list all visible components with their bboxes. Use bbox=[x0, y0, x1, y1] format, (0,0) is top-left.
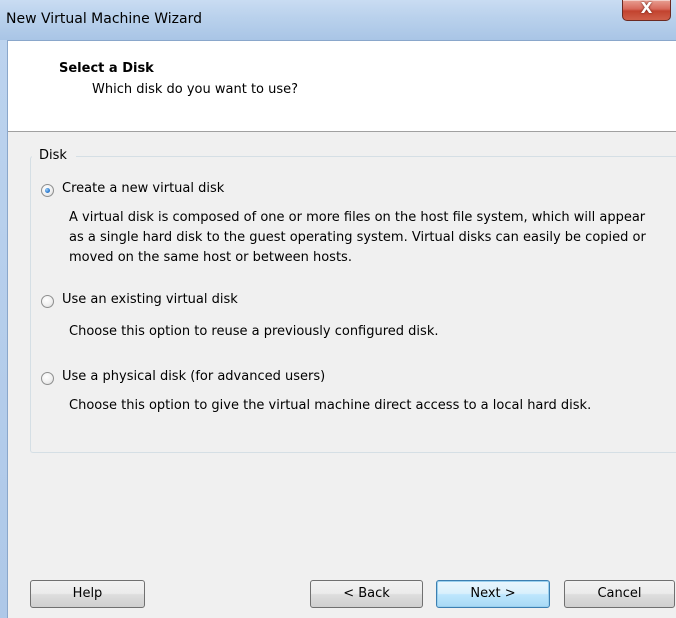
disk-group-label: Disk bbox=[32, 148, 76, 163]
option-create-new-disk-label[interactable]: Create a new virtual disk bbox=[62, 181, 224, 196]
option-create-new-disk-description: A virtual disk is composed of one or mor… bbox=[69, 210, 646, 265]
radio-existing-disk[interactable] bbox=[41, 295, 54, 308]
radio-physical-disk[interactable] bbox=[41, 372, 54, 385]
option-physical-disk-label[interactable]: Use a physical disk (for advanced users) bbox=[62, 369, 325, 384]
radio-create-new-disk[interactable] bbox=[41, 184, 54, 197]
back-button[interactable]: < Back bbox=[310, 580, 423, 608]
page-title: Select a Disk bbox=[59, 61, 154, 76]
option-existing-disk-description: Choose this option to reuse a previously… bbox=[69, 324, 439, 339]
title-bar[interactable]: New Virtual Machine Wizard X bbox=[0, 0, 676, 41]
help-button[interactable]: Help bbox=[30, 580, 145, 608]
next-button[interactable]: Next > bbox=[436, 580, 550, 608]
option-existing-disk-label[interactable]: Use an existing virtual disk bbox=[62, 292, 238, 307]
close-icon: X bbox=[640, 0, 653, 17]
option-physical-disk-description: Choose this option to give the virtual m… bbox=[69, 398, 592, 413]
page-subtitle: Which disk do you want to use? bbox=[92, 82, 299, 97]
window-title: New Virtual Machine Wizard bbox=[6, 11, 202, 27]
wizard-header: Select a Disk Which disk do you want to … bbox=[8, 41, 676, 132]
window-frame-left bbox=[0, 40, 8, 618]
cancel-button[interactable]: Cancel bbox=[564, 580, 675, 608]
close-button[interactable]: X bbox=[622, 0, 671, 21]
